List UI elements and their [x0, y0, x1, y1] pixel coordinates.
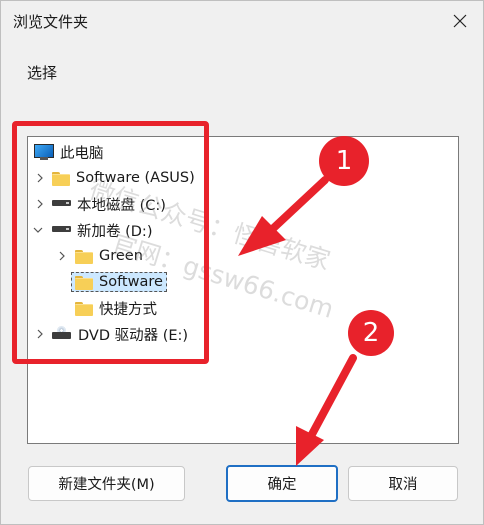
arrow-2	[296, 354, 357, 466]
annotation-arrows	[238, 176, 357, 466]
step-1-badge: 1	[319, 136, 369, 186]
arrow-1	[238, 176, 329, 256]
step-2-badge: 2	[348, 310, 394, 356]
